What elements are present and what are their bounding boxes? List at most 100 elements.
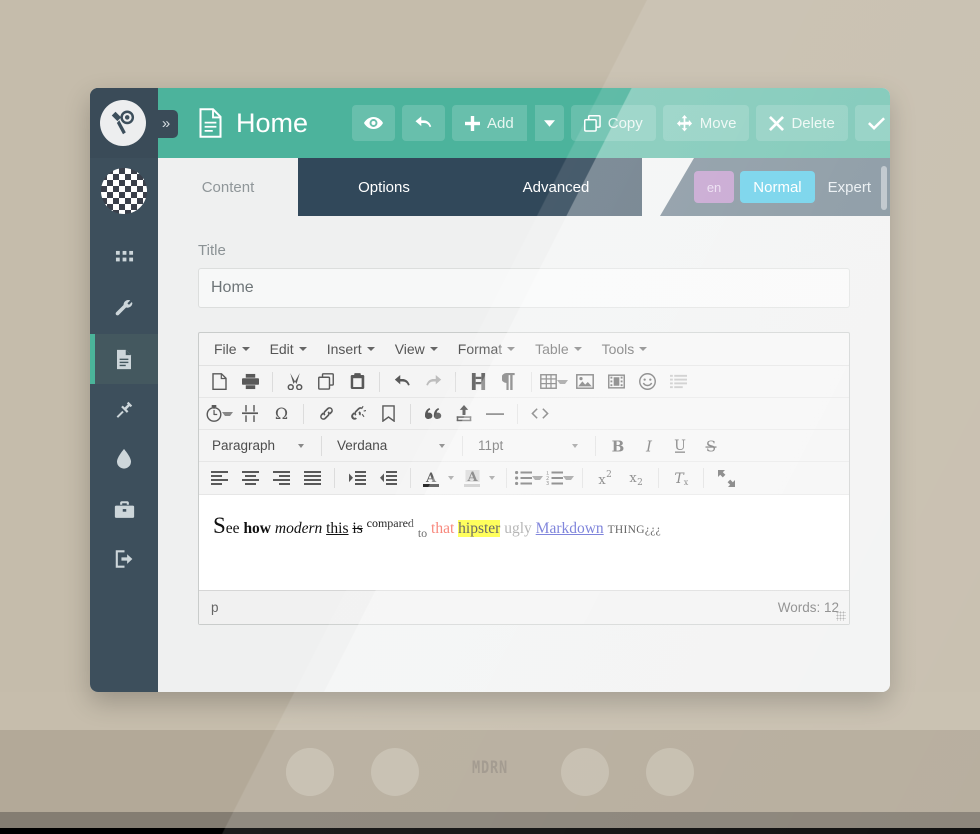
segment-underline: this <box>326 520 349 537</box>
redo-button[interactable] <box>418 368 448 396</box>
align-right-button[interactable] <box>266 464 296 492</box>
menu-view-label: View <box>394 341 425 357</box>
menu-tools[interactable]: Tools <box>593 337 657 361</box>
print-button[interactable] <box>235 368 265 396</box>
insert-datetime-button[interactable] <box>204 400 234 428</box>
font-family-select[interactable]: Verdana <box>329 433 451 459</box>
copy-button[interactable] <box>311 368 341 396</box>
superscript-button[interactable]: x2 <box>590 464 620 492</box>
tab-content[interactable]: Content <box>158 158 298 216</box>
unlink-button[interactable] <box>342 400 372 428</box>
caret-down-icon[interactable] <box>532 476 543 480</box>
sidebar-item-logout[interactable] <box>90 534 158 584</box>
sidebar-item-apps[interactable] <box>90 234 158 284</box>
svg-text:A: A <box>466 470 478 483</box>
toolbar-separator <box>595 435 596 456</box>
menu-format[interactable]: Format <box>449 337 524 361</box>
sidebar-item-assets[interactable] <box>90 484 158 534</box>
search-replace-button[interactable] <box>463 368 493 396</box>
align-center-button[interactable] <box>235 464 265 492</box>
background-color-button[interactable]: A <box>459 465 499 491</box>
cut-button[interactable] <box>280 368 310 396</box>
insert-media-button[interactable] <box>601 368 631 396</box>
title-input[interactable] <box>198 268 850 308</box>
avatar[interactable] <box>101 168 147 214</box>
segment-link[interactable]: Markdown <box>536 520 604 537</box>
source-code-icon <box>531 408 549 419</box>
menu-view[interactable]: View <box>386 337 447 361</box>
menu-table[interactable]: Table <box>526 337 590 361</box>
show-blocks-button[interactable] <box>494 368 524 396</box>
fullscreen-button[interactable] <box>711 464 741 492</box>
text-color-button[interactable]: A <box>418 465 458 491</box>
paste-button[interactable] <box>342 368 372 396</box>
sidebar-item-themes[interactable] <box>90 434 158 484</box>
panel-scrollbar[interactable] <box>881 166 887 210</box>
app-logo[interactable] <box>100 100 146 146</box>
sidebar-item-pages[interactable] <box>90 334 158 384</box>
nonbreaking-button[interactable] <box>663 368 693 396</box>
strikethrough-button[interactable]: S <box>696 432 726 460</box>
bold-button[interactable]: B <box>603 432 633 460</box>
sidebar-collapse-button[interactable]: » <box>154 110 178 138</box>
format-select[interactable]: Paragraph <box>204 433 310 459</box>
editor-content-area[interactable]: See how modern this is compared to that … <box>199 494 849 590</box>
cut-scissors-icon <box>287 373 303 390</box>
caret-down-icon[interactable] <box>448 476 454 480</box>
sidebar-item-tools[interactable] <box>90 284 158 334</box>
italic-button[interactable]: I <box>634 432 664 460</box>
text-color-swatch: A <box>418 465 444 491</box>
tab-options[interactable]: Options <box>298 158 470 216</box>
indent-button[interactable] <box>342 464 372 492</box>
delete-button[interactable]: Delete <box>756 105 848 141</box>
caret-down-icon[interactable] <box>557 379 568 384</box>
new-document-button[interactable] <box>204 368 234 396</box>
insert-image-button[interactable] <box>570 368 600 396</box>
table-button[interactable] <box>539 368 569 396</box>
add-dropdown-button[interactable] <box>534 105 564 141</box>
anchor-bookmark-icon <box>381 405 395 422</box>
svg-text:S: S <box>706 438 716 454</box>
undo-button[interactable] <box>387 368 417 396</box>
caret-down-icon[interactable] <box>221 411 233 416</box>
menu-insert[interactable]: Insert <box>318 337 384 361</box>
tab-advanced[interactable]: Advanced <box>470 158 642 216</box>
font-size-select[interactable]: 11pt <box>470 433 584 459</box>
outdent-button[interactable] <box>373 464 403 492</box>
sidebar-item-plugins[interactable] <box>90 384 158 434</box>
copy-button[interactable]: Copy <box>570 105 656 141</box>
numbered-list-button[interactable]: 123 <box>545 464 575 492</box>
save-button[interactable]: Save <box>854 105 890 141</box>
mode-expert-button[interactable]: Expert <box>815 171 884 203</box>
caret-down-icon[interactable] <box>563 476 574 480</box>
mode-normal-button[interactable]: Normal <box>740 171 815 203</box>
status-element-path[interactable]: p <box>211 600 219 615</box>
align-left-button[interactable] <box>204 464 234 492</box>
move-button[interactable]: Move <box>662 105 750 141</box>
remove-format-button[interactable]: Tx <box>666 464 696 492</box>
caret-down-icon[interactable] <box>489 476 495 480</box>
segment-highlighted: hipster <box>458 520 501 537</box>
subscript-button[interactable]: x2 <box>621 464 651 492</box>
menu-file[interactable]: File <box>205 337 259 361</box>
grid-apps-icon <box>115 250 133 261</box>
bullet-list-button[interactable] <box>514 464 544 492</box>
insert-link-button[interactable] <box>311 400 341 428</box>
editor-resize-handle[interactable] <box>836 611 846 621</box>
preview-button[interactable] <box>352 105 396 141</box>
special-character-button[interactable]: Ω <box>266 400 296 428</box>
horizontal-rule-button[interactable] <box>480 400 510 428</box>
blockquote-button[interactable] <box>418 400 448 428</box>
anchor-button[interactable] <box>373 400 403 428</box>
revert-button[interactable] <box>402 105 446 141</box>
source-code-button[interactable] <box>525 400 555 428</box>
add-button[interactable]: Add <box>452 105 527 141</box>
menu-edit[interactable]: Edit <box>261 337 316 361</box>
page-break-button[interactable] <box>235 400 265 428</box>
emoticons-button[interactable] <box>632 368 662 396</box>
underline-button[interactable]: U <box>665 432 695 460</box>
insert-file-button[interactable] <box>449 400 479 428</box>
wrench-icon <box>115 299 132 315</box>
language-button[interactable]: en <box>693 171 735 203</box>
align-justify-button[interactable] <box>297 464 327 492</box>
